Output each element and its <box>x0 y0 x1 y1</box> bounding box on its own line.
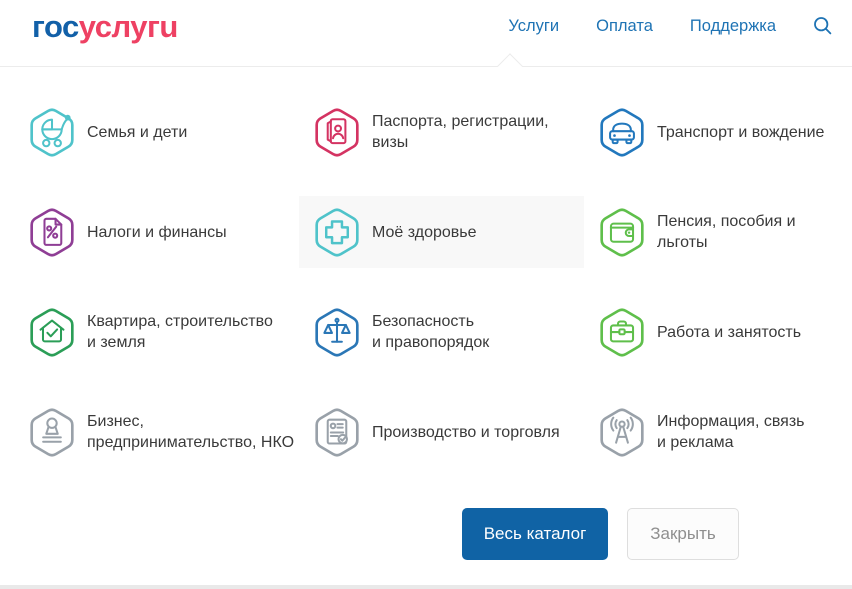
catalog-item-label: Безопасность и правопорядок <box>372 311 489 353</box>
antenna-icon <box>598 406 646 459</box>
main-nav: Услуги Оплата Поддержка <box>508 16 833 36</box>
briefcase-icon <box>598 306 646 359</box>
catalog-item-label: Производство и торговля <box>372 422 560 443</box>
gosuslugi-logo[interactable]: госуслугu <box>32 9 178 45</box>
catalog-item-label: Пенсия, пособия и льготы <box>657 211 838 253</box>
gosuslugi-services-dropdown: госуслугu Услуги Оплата Поддержка <box>0 0 852 589</box>
wallet-icon <box>598 206 646 259</box>
passport-icon <box>313 106 361 159</box>
catalog-item-label: Работа и занятость <box>657 322 801 343</box>
catalog-item-work[interactable]: Работа и занятость <box>584 296 838 368</box>
close-button[interactable]: Закрыть <box>627 508 739 560</box>
catalog-item-label: Квартира, строительство и земля <box>87 311 273 353</box>
logo-part-red: услугu <box>79 9 178 44</box>
search-icon[interactable] <box>813 16 833 36</box>
top-header: госуслугu Услуги Оплата Поддержка <box>0 0 852 67</box>
scales-icon <box>313 306 361 359</box>
stamp-icon <box>28 406 76 459</box>
catalog-item-label: Транспорт и вождение <box>657 122 824 143</box>
catalog-item-taxes[interactable]: Налоги и финансы <box>14 196 299 268</box>
catalog-item-family[interactable]: Семья и дети <box>14 96 299 168</box>
catalog-item-information[interactable]: Информация, связь и реклама <box>584 396 838 468</box>
all-catalog-button[interactable]: Весь каталог <box>462 508 608 560</box>
catalog-item-transport[interactable]: Транспорт и вождение <box>584 96 838 168</box>
tax-document-icon <box>28 206 76 259</box>
car-icon <box>598 106 646 159</box>
catalog-item-housing[interactable]: Квартира, строительство и земля <box>14 296 299 368</box>
catalog-item-label: Моё здоровье <box>372 222 477 243</box>
certificate-icon <box>313 406 361 459</box>
nav-item-payment[interactable]: Оплата <box>596 17 653 36</box>
catalog-item-business[interactable]: Бизнес, предпринимательство, НКО <box>14 396 299 468</box>
catalog-item-security[interactable]: Безопасность и правопорядок <box>299 296 584 368</box>
catalog-item-label: Налоги и финансы <box>87 222 227 243</box>
catalog-item-health[interactable]: Моё здоровье <box>299 196 584 268</box>
page-bottom-divider <box>0 585 852 589</box>
catalog-item-label: Паспорта, регистрации, визы <box>372 111 549 153</box>
catalog-item-pension[interactable]: Пенсия, пособия и льготы <box>584 196 838 268</box>
catalog-item-production[interactable]: Производство и торговля <box>299 396 584 468</box>
house-check-icon <box>28 306 76 359</box>
catalog-item-label: Бизнес, предпринимательство, НКО <box>87 411 294 453</box>
nav-item-support[interactable]: Поддержка <box>690 17 776 36</box>
services-catalog-grid: Семья и дети Паспорта, регистрации, визы <box>14 86 838 486</box>
baby-carriage-icon <box>28 106 76 159</box>
catalog-item-label: Семья и дети <box>87 122 187 143</box>
nav-item-services[interactable]: Услуги <box>508 17 559 36</box>
logo-part-blue: гос <box>32 9 79 44</box>
catalog-item-label: Информация, связь и реклама <box>657 411 805 453</box>
medical-cross-icon <box>313 206 361 259</box>
catalog-item-passports[interactable]: Паспорта, регистрации, визы <box>299 96 584 168</box>
